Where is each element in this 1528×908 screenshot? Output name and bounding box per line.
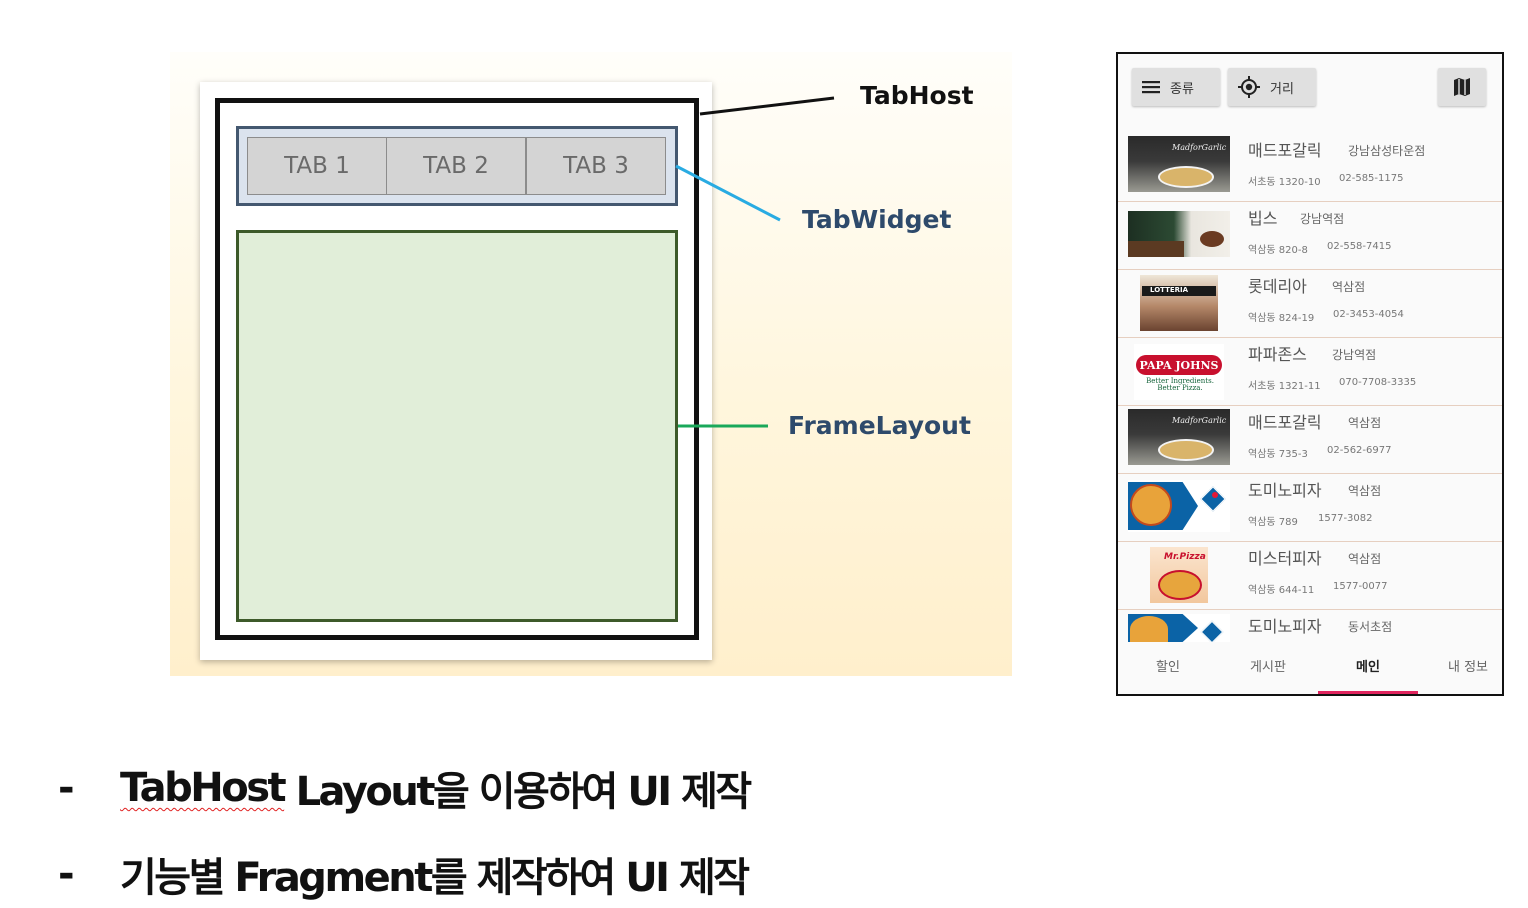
tab-my-info[interactable]: 내 정보 xyxy=(1418,642,1502,694)
toolbar: 종류 거리 xyxy=(1118,54,1502,134)
bullet-text: 기능별 Fragment를 제작하여 UI 제작 xyxy=(120,855,750,901)
map-button[interactable] xyxy=(1438,68,1486,106)
bullet-keyword: TabHost xyxy=(120,765,287,811)
tabhost-diagram: TAB 1 TAB 2 TAB 3 TabHost TabWidget Fram… xyxy=(170,52,1012,676)
tabwidget-label: TabWidget xyxy=(802,205,952,234)
restaurant-phone: 02-562-6977 xyxy=(1327,445,1392,456)
restaurant-branch: 역삼점 xyxy=(1348,416,1382,430)
category-filter-button[interactable]: 종류 xyxy=(1132,68,1220,106)
restaurant-branch: 역삼점 xyxy=(1332,280,1366,294)
restaurant-address: 역삼동 824-19 xyxy=(1248,313,1315,324)
restaurant-row[interactable]: 도미노피자 동서초점 xyxy=(1118,610,1502,642)
restaurant-phone: 02-585-1175 xyxy=(1339,173,1404,184)
restaurant-address: 서초동 1320-10 xyxy=(1248,177,1321,188)
restaurant-name: 파파존스 xyxy=(1248,345,1307,364)
bullet-text: Layout을 이용하여 UI 제작 xyxy=(284,769,753,815)
restaurant-address: 역삼동 644-11 xyxy=(1248,585,1315,596)
madforgarlic-thumbnail: MadforGarlic xyxy=(1128,409,1230,465)
restaurant-row[interactable]: MadforGarlic 매드포갈릭 강남삼성타운점 서초동 1320-10 0… xyxy=(1118,134,1502,202)
distance-filter-label: 거리 xyxy=(1270,81,1294,97)
restaurant-phone: 1577-3082 xyxy=(1318,513,1373,524)
restaurant-row[interactable]: PAPA JOHNS Better Ingredients. Better Pi… xyxy=(1118,338,1502,406)
mrpizza-thumbnail: Mr.Pizza xyxy=(1150,547,1208,603)
restaurant-name: 매드포갈릭 xyxy=(1248,413,1322,432)
restaurant-address: 역삼동 735-3 xyxy=(1248,449,1308,460)
tabhost-connector xyxy=(699,96,835,116)
papajohns-thumbnail: PAPA JOHNS Better Ingredients. Better Pi… xyxy=(1134,344,1224,400)
restaurant-phone: 1577-0077 xyxy=(1333,581,1388,592)
gps-icon xyxy=(1238,76,1260,98)
restaurant-branch: 동서초점 xyxy=(1348,620,1393,634)
restaurant-branch: 강남역점 xyxy=(1332,348,1377,362)
restaurant-name: 롯데리아 xyxy=(1248,277,1307,296)
dominos-thumbnail xyxy=(1128,480,1230,532)
vips-thumbnail xyxy=(1128,211,1230,257)
tab-discount[interactable]: 할인 xyxy=(1118,642,1218,694)
bottom-tab-bar: 할인 게시판 메인 내 정보 xyxy=(1118,642,1502,694)
bullet-dash: - xyxy=(58,851,75,897)
restaurant-name: 도미노피자 xyxy=(1248,481,1322,500)
restaurant-row[interactable]: Mr.Pizza 미스터피자 역삼점 역삼동 644-11 1577-0077 xyxy=(1118,542,1502,610)
restaurant-branch: 역삼점 xyxy=(1348,484,1382,498)
restaurant-branch: 역삼점 xyxy=(1348,552,1382,566)
tabwidget-connector xyxy=(675,164,781,222)
restaurant-row[interactable]: MadforGarlic 매드포갈릭 역삼점 역삼동 735-3 02-562-… xyxy=(1118,406,1502,474)
restaurant-name: 미스터피자 xyxy=(1248,549,1322,568)
bullet-dash: - xyxy=(58,765,75,811)
active-tab-indicator xyxy=(1318,691,1418,694)
menu-icon xyxy=(1142,81,1160,94)
bullet-item: - TabHost Layout을 이용하여 UI 제작 xyxy=(58,760,753,816)
restaurant-phone: 02-3453-4054 xyxy=(1333,309,1404,320)
framelayout-label: FrameLayout xyxy=(788,411,971,440)
category-filter-label: 종류 xyxy=(1170,81,1194,97)
tab-board[interactable]: 게시판 xyxy=(1218,642,1318,694)
restaurant-row[interactable]: LOTTERIA 롯데리아 역삼점 역삼동 824-19 02-3453-405… xyxy=(1118,270,1502,338)
dominos-thumbnail xyxy=(1128,614,1230,642)
restaurant-name: 매드포갈릭 xyxy=(1248,141,1322,160)
restaurant-phone: 02-558-7415 xyxy=(1327,241,1392,252)
restaurant-phone: 070-7708-3335 xyxy=(1339,377,1417,388)
phone-screen: 종류 거리 MadforGarlic 매드포갈릭 강남삼성타운점 서초동 132… xyxy=(1116,52,1504,696)
restaurant-name: 빕스 xyxy=(1248,209,1278,228)
restaurant-address: 서초동 1321-11 xyxy=(1248,381,1321,392)
restaurant-branch: 강남삼성타운점 xyxy=(1348,144,1426,158)
restaurant-branch: 강남역점 xyxy=(1300,212,1345,226)
restaurant-list[interactable]: MadforGarlic 매드포갈릭 강남삼성타운점 서초동 1320-10 0… xyxy=(1118,134,1502,642)
restaurant-address: 역삼동 789 xyxy=(1248,517,1298,528)
bullet-item: - 기능별 Fragment를 제작하여 UI 제작 xyxy=(58,846,750,902)
madforgarlic-thumbnail: MadforGarlic xyxy=(1128,136,1230,192)
restaurant-address: 역삼동 820-8 xyxy=(1248,245,1308,256)
restaurant-row[interactable]: 도미노피자 역삼점 역삼동 789 1577-3082 xyxy=(1118,474,1502,542)
distance-filter-button[interactable]: 거리 xyxy=(1228,68,1316,106)
map-icon xyxy=(1454,78,1470,96)
tab-main[interactable]: 메인 xyxy=(1318,642,1418,694)
lotteria-thumbnail: LOTTERIA xyxy=(1140,275,1218,331)
tabhost-label: TabHost xyxy=(860,81,974,110)
callout-connectors xyxy=(675,96,835,428)
restaurant-name: 도미노피자 xyxy=(1248,617,1322,636)
restaurant-row[interactable]: 빕스 강남역점 역삼동 820-8 02-558-7415 xyxy=(1118,202,1502,270)
